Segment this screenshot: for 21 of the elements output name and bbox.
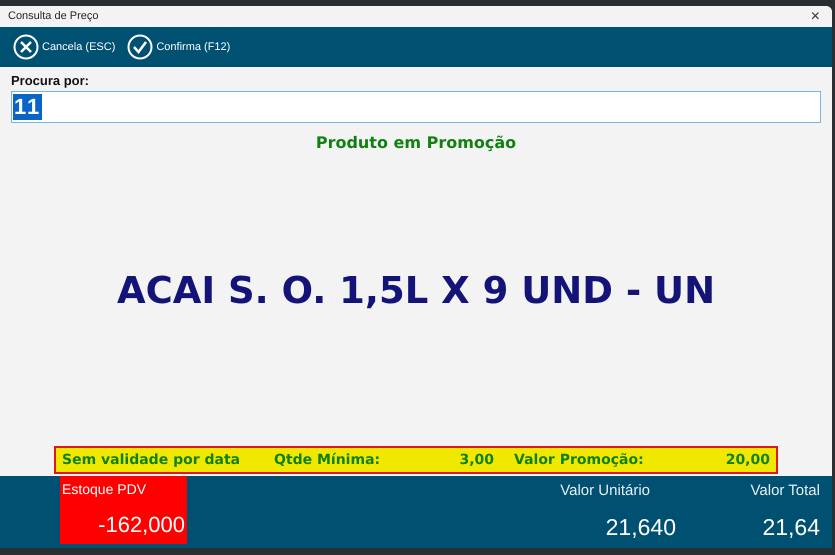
total-value: 21,64 — [762, 512, 820, 542]
product-name: ACAI S. O. 1,5L X 9 UND - UN — [116, 268, 716, 314]
stock-label: Estoque PDV — [62, 480, 148, 499]
search-label: Procura por: — [11, 72, 90, 90]
promo-price-label: Valor Promoção: — [514, 450, 645, 470]
cancel-button[interactable]: Cancela (ESC) — [13, 34, 116, 60]
stock-value: -162,000 — [97, 511, 185, 539]
unit-price-label: Valor Unitário — [560, 481, 651, 501]
promotion-status: Produto em Promoção — [316, 132, 516, 154]
close-circle-icon — [13, 34, 39, 60]
search-field[interactable]: 11 — [11, 90, 821, 122]
close-button[interactable]: × — [806, 8, 824, 24]
min-qty-label: Qtde Mínima: — [274, 450, 382, 470]
promo-price-value: 20,00 — [724, 450, 770, 470]
min-qty-value: 3,00 — [458, 450, 494, 470]
total-label: Valor Total — [750, 481, 820, 501]
window-title: Consulta de Preço — [8, 9, 98, 24]
confirm-button[interactable]: Confirma (F12) — [127, 34, 230, 60]
check-circle-icon — [127, 34, 154, 60]
unit-price-value: 21,640 — [606, 512, 677, 542]
validity-text: Sem validade por data — [62, 450, 242, 470]
